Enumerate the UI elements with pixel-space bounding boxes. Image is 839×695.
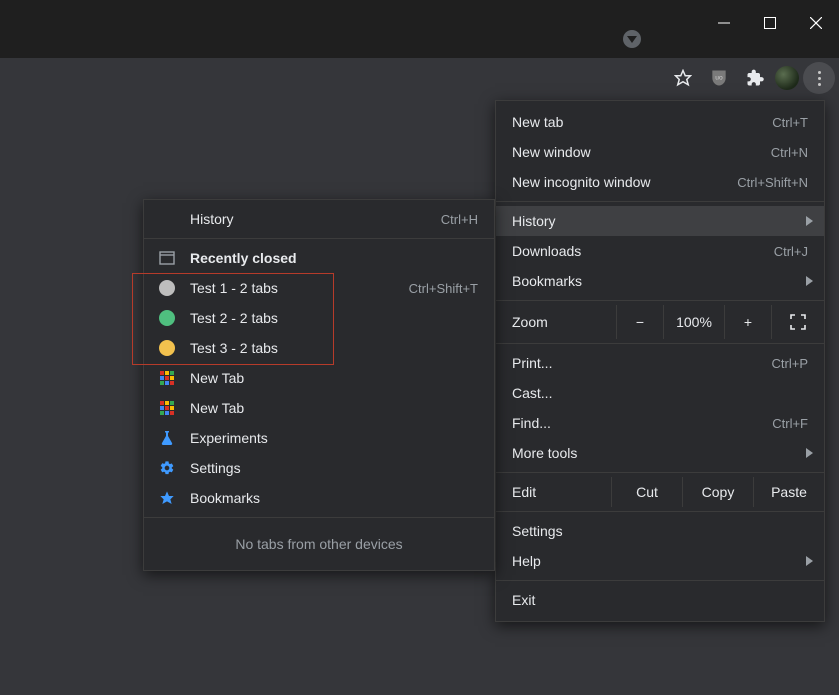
- recent-item-label: Bookmarks: [190, 490, 478, 506]
- zoom-out-button[interactable]: −: [616, 305, 663, 339]
- menu-print[interactable]: Print... Ctrl+P: [496, 348, 824, 378]
- close-button[interactable]: [793, 0, 839, 46]
- menu-zoom-row: Zoom − 100% +: [496, 305, 824, 339]
- zoom-level: 100%: [663, 305, 724, 339]
- menu-bookmarks[interactable]: Bookmarks: [496, 266, 824, 296]
- copy-button[interactable]: Copy: [682, 477, 753, 507]
- svg-text:uo: uo: [715, 75, 723, 82]
- menu-label: History: [512, 213, 808, 229]
- menu-label: Settings: [512, 523, 808, 539]
- closed-item-label: Test 1 - 2 tabs: [190, 280, 409, 296]
- chrome-menu-button[interactable]: [803, 62, 835, 94]
- menu-shortcut: Ctrl+Shift+T: [409, 281, 478, 296]
- closed-group-item[interactable]: Test 2 - 2 tabs: [144, 303, 494, 333]
- window-icon: [158, 249, 176, 267]
- recent-item[interactable]: Experiments: [144, 423, 494, 453]
- recent-item-label: New Tab: [190, 400, 478, 416]
- menu-downloads[interactable]: Downloads Ctrl+J: [496, 236, 824, 266]
- menu-new-incognito[interactable]: New incognito window Ctrl+Shift+N: [496, 167, 824, 197]
- menu-label: Help: [512, 553, 808, 569]
- menu-label: History: [190, 211, 441, 227]
- closed-group-item[interactable]: Test 1 - 2 tabs Ctrl+Shift+T: [144, 273, 494, 303]
- history-submenu: History Ctrl+H Recently closed Test 1 - …: [143, 199, 495, 571]
- menu-shortcut: Ctrl+H: [441, 212, 478, 227]
- menu-label: More tools: [512, 445, 808, 461]
- extension-ublock-icon[interactable]: uo: [703, 62, 735, 94]
- menu-find[interactable]: Find... Ctrl+F: [496, 408, 824, 438]
- menu-label: Exit: [512, 592, 808, 608]
- menu-label: New window: [512, 144, 771, 160]
- menu-settings[interactable]: Settings: [496, 516, 824, 546]
- apps-grid-icon: [158, 399, 176, 417]
- closed-item-label: Test 2 - 2 tabs: [190, 310, 478, 326]
- recent-item[interactable]: New Tab: [144, 363, 494, 393]
- edit-label: Edit: [512, 484, 611, 500]
- chevron-right-icon: [806, 445, 814, 461]
- heading-text: Recently closed: [190, 250, 478, 266]
- menu-shortcut: Ctrl+T: [772, 115, 808, 130]
- menu-shortcut: Ctrl+N: [771, 145, 808, 160]
- menu-history[interactable]: History: [496, 206, 824, 236]
- menu-shortcut: Ctrl+F: [772, 416, 808, 431]
- bookmark-star-icon[interactable]: [667, 62, 699, 94]
- recent-item-label: New Tab: [190, 370, 478, 386]
- menu-new-window[interactable]: New window Ctrl+N: [496, 137, 824, 167]
- menu-cast[interactable]: Cast...: [496, 378, 824, 408]
- menu-shortcut: Ctrl+P: [772, 356, 808, 371]
- menu-shortcut: Ctrl+J: [774, 244, 808, 259]
- menu-label: New incognito window: [512, 174, 737, 190]
- cut-button[interactable]: Cut: [611, 477, 682, 507]
- tab-group-dot-icon: [158, 339, 176, 357]
- menu-label: Bookmarks: [512, 273, 808, 289]
- flask-icon: [158, 429, 176, 447]
- history-open[interactable]: History Ctrl+H: [144, 204, 494, 234]
- menu-label: Find...: [512, 415, 772, 431]
- chevron-right-icon: [806, 273, 814, 289]
- extensions-puzzle-icon[interactable]: [739, 62, 771, 94]
- menu-new-tab[interactable]: New tab Ctrl+T: [496, 107, 824, 137]
- recent-item[interactable]: Bookmarks: [144, 483, 494, 513]
- zoom-in-button[interactable]: +: [724, 305, 771, 339]
- closed-item-label: Test 3 - 2 tabs: [190, 340, 478, 356]
- profile-avatar[interactable]: [775, 66, 799, 90]
- recent-item-label: Experiments: [190, 430, 478, 446]
- recently-closed-heading: Recently closed: [144, 243, 494, 273]
- fullscreen-button[interactable]: [771, 305, 824, 339]
- chrome-main-menu: New tab Ctrl+T New window Ctrl+N New inc…: [495, 100, 825, 622]
- minimize-button[interactable]: [701, 0, 747, 46]
- star-icon: [158, 489, 176, 507]
- menu-shortcut: Ctrl+Shift+N: [737, 175, 808, 190]
- paste-button[interactable]: Paste: [753, 477, 824, 507]
- tab-group-dot-icon: [158, 279, 176, 297]
- menu-exit[interactable]: Exit: [496, 585, 824, 615]
- no-tabs-message: No tabs from other devices: [144, 522, 494, 570]
- menu-edit-row: Edit Cut Copy Paste: [496, 477, 824, 507]
- apps-grid-icon: [158, 369, 176, 387]
- tab-group-dot-icon: [158, 309, 176, 327]
- menu-label: Downloads: [512, 243, 774, 259]
- closed-group-item[interactable]: Test 3 - 2 tabs: [144, 333, 494, 363]
- menu-label: New tab: [512, 114, 772, 130]
- menu-label: Cast...: [512, 385, 808, 401]
- recent-item-label: Settings: [190, 460, 478, 476]
- chevron-right-icon: [806, 213, 814, 229]
- account-dropdown-icon[interactable]: [623, 30, 641, 48]
- chevron-right-icon: [806, 553, 814, 569]
- gear-icon: [158, 459, 176, 477]
- menu-label: Print...: [512, 355, 772, 371]
- maximize-button[interactable]: [747, 0, 793, 46]
- menu-more-tools[interactable]: More tools: [496, 438, 824, 468]
- recent-item[interactable]: Settings: [144, 453, 494, 483]
- recent-item[interactable]: New Tab: [144, 393, 494, 423]
- menu-help[interactable]: Help: [496, 546, 824, 576]
- zoom-label: Zoom: [512, 314, 616, 330]
